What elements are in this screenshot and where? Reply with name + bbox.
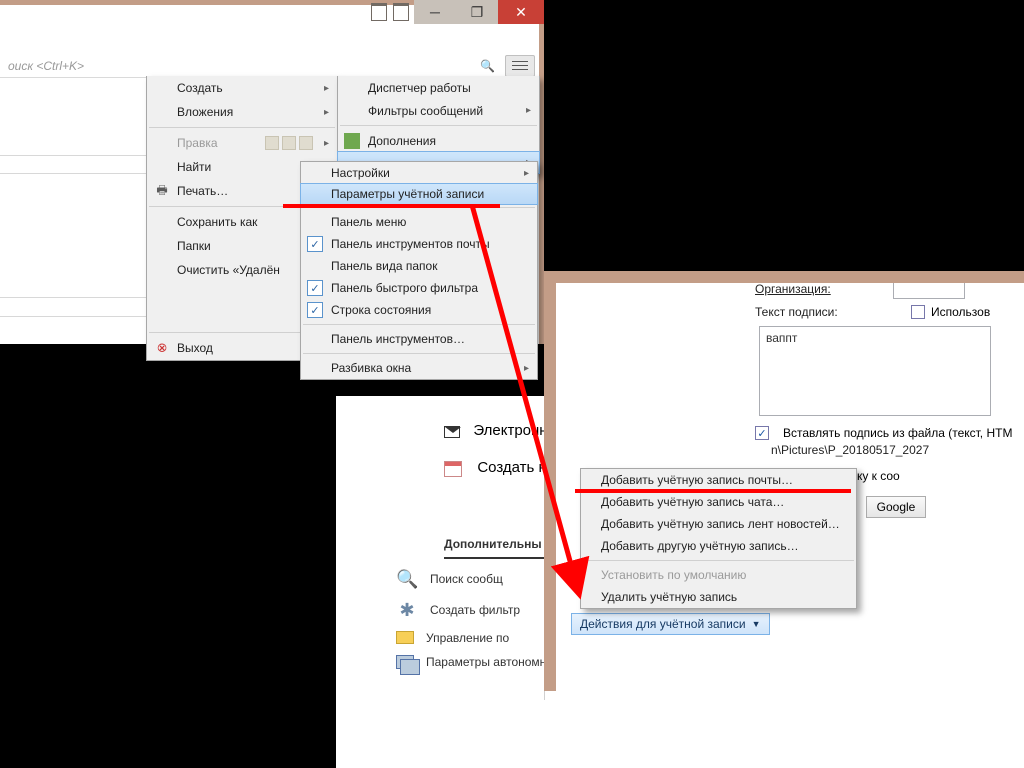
black-region (544, 0, 1024, 271)
small-window-icon (393, 3, 409, 21)
maximize-button[interactable]: ❐ (456, 0, 498, 24)
menu-add-chat-account[interactable]: Добавить учётную запись чата… (581, 491, 856, 513)
menu-set-default-account: Установить по умолчанию (581, 564, 856, 586)
copy-icon (282, 136, 296, 150)
filter-icon: ✱ (396, 600, 418, 621)
toolbar-small-icons (371, 3, 409, 21)
cut-icon (265, 136, 279, 150)
minimize-button[interactable]: ─ (414, 0, 456, 24)
menu-add-mail-account[interactable]: Добавить учётную запись почты… (581, 469, 856, 491)
organization-input[interactable] (893, 279, 965, 299)
menu-create[interactable]: Создать▸ (147, 76, 337, 100)
chevron-down-icon: ▼ (752, 619, 761, 629)
app-menu-button[interactable] (505, 55, 535, 77)
calendar-icon (444, 461, 462, 477)
menu-filters[interactable]: Фильтры сообщений▸ (338, 99, 539, 122)
search-icon[interactable]: 🔍 (480, 59, 495, 73)
search-input[interactable]: оиск <Ctrl+K> (8, 59, 474, 73)
submenu-toolbars[interactable]: Панель инструментов… (301, 328, 537, 350)
organization-label: Организация: (755, 282, 885, 296)
app-menu-right: Диспетчер работы Фильтры сообщений▸ Допо… (337, 76, 540, 174)
magnifier-icon: 🔍 (396, 569, 418, 590)
addons-icon (344, 133, 360, 149)
submenu-quick-filter[interactable]: ✓Панель быстрого фильтра (301, 277, 537, 299)
signature-textarea[interactable]: ваппт (759, 326, 991, 416)
submenu-mail-toolbar[interactable]: ✓Панель инструментов почты (301, 233, 537, 255)
close-button[interactable]: ✕ (498, 0, 544, 24)
printer-icon: 🖶 (153, 181, 171, 202)
menu-add-other-account[interactable]: Добавить другую учётную запись… (581, 535, 856, 557)
submenu-status-bar[interactable]: ✓Строка состояния (301, 299, 537, 321)
checkmark-icon: ✓ (307, 302, 323, 318)
use-html-checkbox[interactable] (911, 305, 925, 319)
annotation-underline (283, 204, 500, 208)
submenu-account-settings[interactable]: Параметры учётной записи (300, 183, 538, 205)
submenu-menubar[interactable]: Панель меню (301, 211, 537, 233)
empty-row (0, 297, 167, 317)
menu-addons[interactable]: Дополнения (338, 129, 539, 152)
envelope-icon (444, 426, 460, 438)
offline-icon (396, 655, 414, 669)
folder-icon (396, 631, 414, 644)
small-window-icon (371, 3, 387, 21)
exit-icon: ⮿ (153, 341, 171, 356)
menu-edit[interactable]: Правка ▸ (147, 131, 337, 155)
submenu-layout[interactable]: Разбивка окна▸ (301, 357, 537, 379)
paste-icon (299, 136, 313, 150)
signature-file-path: n\Pictures\P_20180517_2027 (755, 443, 1024, 457)
attach-sig-from-file-label: Вставлять подпись из файла (текст, HTM (783, 426, 1012, 440)
submenu-settings[interactable]: Настройки▸ (301, 162, 537, 184)
attach-sig-from-file-checkbox[interactable]: ✓ (755, 426, 769, 440)
settings-submenu: Настройки▸ Параметры учётной записи Пане… (300, 161, 538, 380)
account-actions-button[interactable]: Действия для учётной записи▼ (571, 613, 770, 635)
checkmark-icon: ✓ (307, 280, 323, 296)
signature-label: Текст подписи: (755, 305, 885, 319)
menu-activity[interactable]: Диспетчер работы (338, 76, 539, 99)
annotation-underline (575, 489, 851, 493)
use-html-label: Использов (931, 305, 990, 319)
menu-delete-account[interactable]: Удалить учётную запись (581, 586, 856, 608)
google-smtp-button[interactable]: Google (866, 496, 927, 518)
menu-add-feed-account[interactable]: Добавить учётную запись лент новостей… (581, 513, 856, 535)
menu-attachments[interactable]: Вложения▸ (147, 100, 337, 124)
checkmark-icon: ✓ (307, 236, 323, 252)
submenu-folder-pane[interactable]: Панель вида папок (301, 255, 537, 277)
